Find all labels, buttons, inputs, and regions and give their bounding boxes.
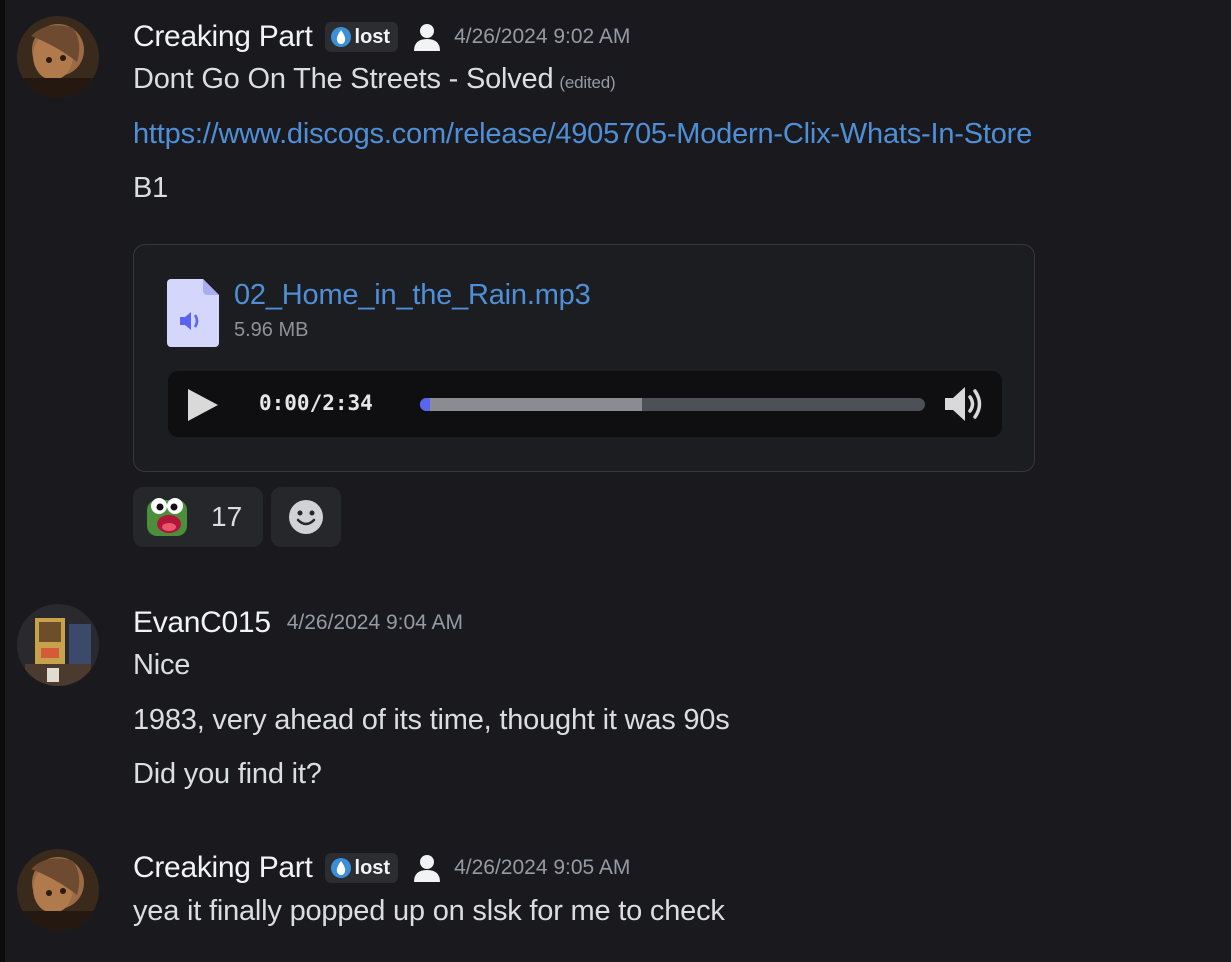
timestamp: 4/26/2024 9:05 AM: [454, 856, 631, 879]
water-drop-icon: [330, 27, 351, 47]
message-header: Creaking Part lost 4/26/2024 9:05 AM: [133, 848, 630, 888]
seek-buffered: [420, 398, 643, 411]
person-icon[interactable]: [412, 22, 442, 52]
message-text: Did you find it?: [133, 758, 322, 790]
reaction-count: 17: [211, 501, 243, 532]
edited-label: (edited): [559, 73, 616, 92]
message-text: 1983, very ahead of its time, thought it…: [133, 704, 730, 736]
water-drop-icon: [330, 858, 351, 878]
time-separator: /: [309, 391, 323, 415]
timestamp: 4/26/2024 9:02 AM: [454, 25, 631, 48]
message-text: B1: [133, 172, 169, 204]
user-tag-label: lost: [354, 25, 391, 48]
play-button[interactable]: [186, 387, 220, 428]
reactions-bar: 17: [133, 487, 341, 547]
timestamp: 4/26/2024 9:04 AM: [286, 611, 464, 634]
discogs-link[interactable]: https://www.discogs.com/release/4905705-…: [133, 118, 1032, 151]
time-display: 0:00/2:34: [259, 391, 373, 415]
play-icon: [188, 389, 218, 421]
user-tag[interactable]: lost: [324, 853, 399, 883]
volume-button[interactable]: [941, 381, 987, 432]
file-size: 5.96 MB: [234, 319, 309, 341]
audio-file-icon: [167, 279, 219, 352]
avatar[interactable]: [17, 604, 99, 686]
message-text: Dont Go On The Streets - Solved: [133, 63, 554, 95]
seek-bar[interactable]: [420, 398, 925, 411]
reaction-pill[interactable]: 17: [133, 487, 263, 547]
user-tag-label: lost: [354, 856, 391, 879]
smile-icon: [289, 500, 323, 534]
volume-icon: [945, 387, 982, 421]
avatar[interactable]: [17, 849, 99, 931]
audio-attachment: 02_Home_in_the_Rain.mp3 5.96 MB 0:00/2:3…: [133, 244, 1035, 472]
username[interactable]: Creaking Part: [133, 20, 313, 54]
user-tag[interactable]: lost: [324, 22, 399, 52]
message-header: Creaking Part lost 4/26/2024 9:02 AM: [133, 17, 630, 57]
pepe-frog-emoji: [147, 498, 187, 536]
message-line: Dont Go On The Streets - Solved (edited): [133, 63, 616, 96]
message-text: Nice: [133, 649, 191, 681]
duration: 2:34: [322, 391, 373, 415]
audio-player: 0:00/2:34: [168, 371, 1002, 437]
avatar[interactable]: [17, 16, 99, 98]
add-reaction-button[interactable]: [271, 487, 341, 547]
message-text: yea it finally popped up on slsk for me …: [133, 895, 725, 927]
seek-progress: [420, 398, 430, 411]
username[interactable]: Creaking Part: [133, 851, 313, 885]
person-icon[interactable]: [412, 853, 442, 883]
message-header: EvanC015 4/26/2024 9:04 AM: [133, 603, 463, 643]
username[interactable]: EvanC015: [133, 606, 271, 640]
current-time: 0:00: [259, 391, 310, 415]
file-name-link[interactable]: 02_Home_in_the_Rain.mp3: [234, 279, 591, 312]
window-edge: [0, 0, 5, 962]
